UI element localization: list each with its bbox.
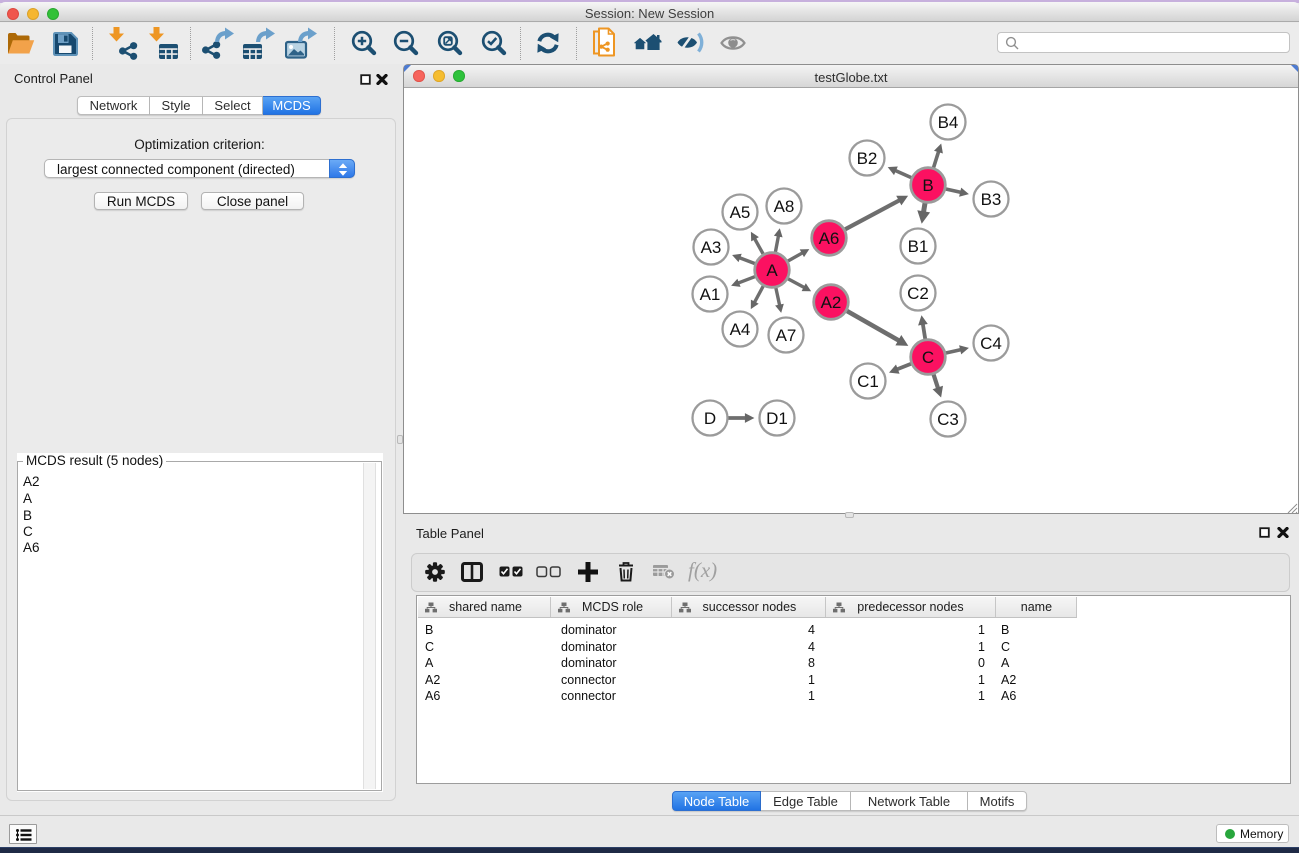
svg-text:C3: C3: [937, 410, 959, 429]
svg-text:A4: A4: [730, 320, 751, 339]
svg-text:B4: B4: [938, 113, 959, 132]
svg-text:A1: A1: [700, 285, 721, 304]
svg-text:A3: A3: [701, 238, 722, 257]
svg-text:B3: B3: [981, 190, 1002, 209]
svg-text:C2: C2: [907, 284, 929, 303]
svg-text:B: B: [922, 176, 933, 195]
svg-text:A7: A7: [776, 326, 797, 345]
svg-text:D: D: [704, 409, 716, 428]
svg-text:A8: A8: [774, 197, 795, 216]
svg-text:B2: B2: [857, 149, 878, 168]
svg-text:A: A: [766, 261, 778, 280]
svg-text:C1: C1: [857, 372, 879, 391]
svg-text:D1: D1: [766, 409, 788, 428]
svg-text:A2: A2: [821, 293, 842, 312]
svg-text:A5: A5: [730, 203, 751, 222]
svg-text:A6: A6: [819, 229, 840, 248]
svg-text:C: C: [922, 348, 934, 367]
svg-text:C4: C4: [980, 334, 1002, 353]
svg-text:B1: B1: [908, 237, 929, 256]
